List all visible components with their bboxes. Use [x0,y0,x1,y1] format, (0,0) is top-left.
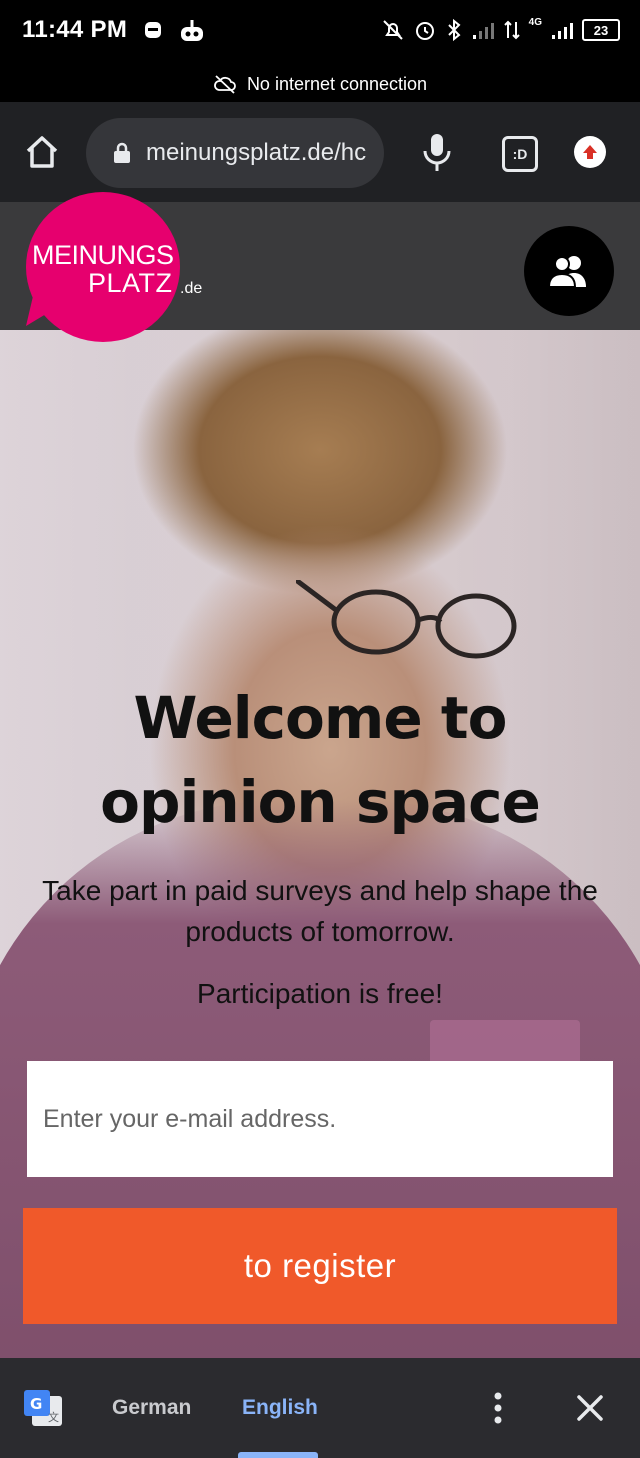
logo-tld: .de [180,280,203,297]
arrow-up-icon [583,145,597,159]
svg-text:G: G [30,1395,42,1413]
more-options-icon[interactable] [488,1390,508,1426]
update-button[interactable] [574,136,606,168]
register-button[interactable]: to register [23,1208,617,1324]
status-icons: 4G 23 [381,16,620,42]
site-logo[interactable]: MEINUNGS PLATZ .de [26,192,210,342]
svg-text:文: 文 [48,1410,59,1424]
offline-text: No internet connection [246,73,428,94]
tab-switcher-button[interactable]: :D [502,136,538,172]
lock-icon [114,142,130,163]
users-icon [547,256,586,288]
notification-app-icon [145,22,161,38]
hero-photo-glasses [296,580,517,659]
cloud-off-icon [214,75,236,94]
translate-bar: G 文 German English [0,1358,640,1458]
logo-text-line2: PLATZ [88,268,173,298]
language-tab-english[interactable]: English [242,1396,318,1420]
microphone-icon[interactable] [420,130,454,174]
hero-section: Welcome to opinion space Take part in pa… [0,330,640,1358]
network-type-label: 4G [528,16,542,28]
battery-icon: 23 [582,19,620,41]
bluetooth-icon [447,18,461,42]
url-text: meinungsplatz.de/hc [146,139,367,166]
hero-title-line2: opinion space [100,768,541,836]
active-tab-indicator [238,1452,318,1458]
offline-banner: No internet connection [0,66,640,102]
status-time: 11:44 PM [22,16,128,43]
data-transfer-icon [503,20,520,40]
logo-text-line1: MEINUNGS [32,240,174,270]
language-tab-german[interactable]: German [112,1396,191,1420]
signal-icon [472,23,494,39]
close-icon[interactable] [574,1392,606,1424]
hero-title-line1: Welcome to [133,684,508,752]
account-button[interactable] [524,226,614,316]
browser-toolbar: meinungsplatz.de/hc :D [0,102,640,202]
site-header: MEINUNGS PLATZ .de [0,192,640,342]
free-participation-note: Participation is free! [197,978,443,1009]
google-translate-icon[interactable]: G 文 [22,1388,64,1428]
hero-title: Welcome to opinion space [0,676,640,844]
robot-app-icon [181,20,203,41]
alarm-icon [415,22,434,40]
logo-bubble-tail [26,292,66,326]
mute-bell-icon [382,20,403,40]
home-icon[interactable] [22,132,62,172]
address-bar[interactable]: meinungsplatz.de/hc [86,118,384,188]
status-bar: 11:44 PM 4G 23 [0,0,640,66]
signal-strength-icon [552,23,573,39]
email-input[interactable] [27,1061,613,1177]
hero-subtitle: Take part in paid surveys and help shape… [42,875,598,947]
